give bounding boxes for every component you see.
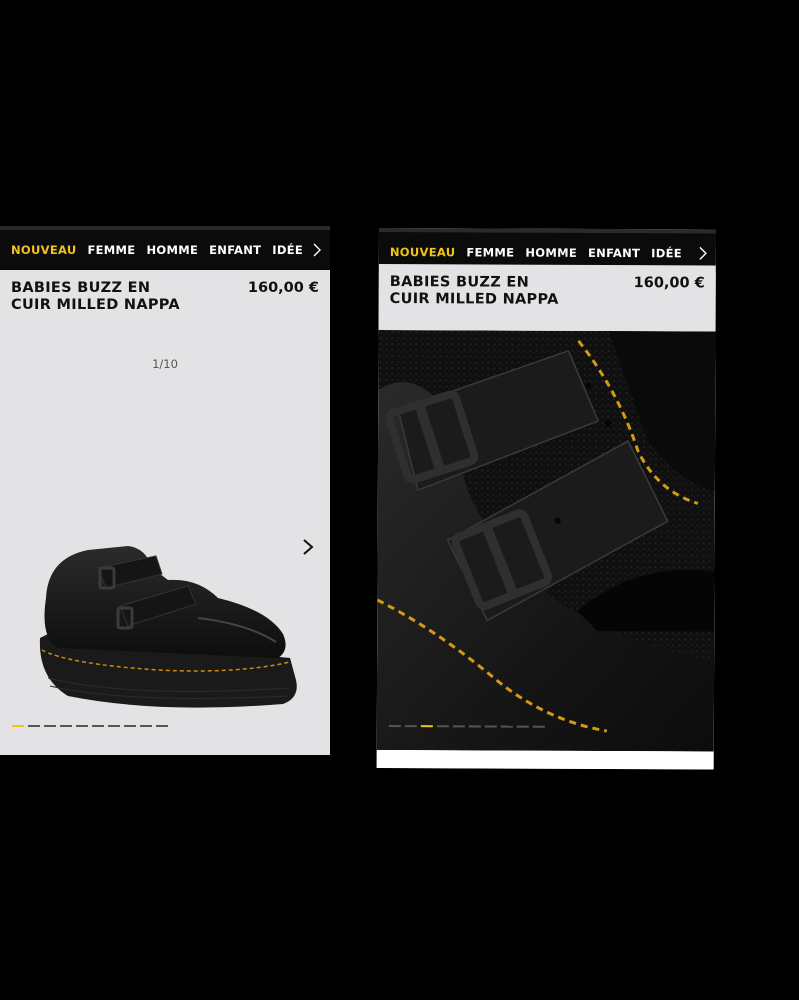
top-nav: NOUVEAU FEMME HOMME ENFANT IDÉE	[0, 226, 330, 270]
pagination-dot[interactable]	[500, 725, 513, 728]
nav-item-nouveau[interactable]: NOUVEAU	[390, 245, 456, 259]
bottom-strip	[376, 749, 714, 770]
nav-item-femme[interactable]: FEMME	[87, 243, 135, 257]
product-price: 160,00 €	[633, 275, 705, 292]
pagination-dot[interactable]	[468, 725, 481, 728]
pagination-dot[interactable]	[76, 725, 88, 727]
chevron-right-icon	[699, 246, 707, 260]
product-price: 160,00 €	[247, 280, 319, 296]
nav-item-idee[interactable]: IDÉE	[272, 243, 303, 257]
nav-item-homme[interactable]: HOMME	[525, 246, 577, 260]
nav-item-nouveau[interactable]: NOUVEAU	[11, 243, 76, 257]
product-title: BABIES BUZZ EN CUIR MILLED NAPPA	[389, 274, 559, 308]
pagination-dot[interactable]	[124, 725, 136, 727]
pagination-dot[interactable]	[12, 725, 24, 727]
pagination-dot[interactable]	[436, 725, 449, 728]
pagination-dot[interactable]	[108, 725, 120, 727]
product-screen-right: NOUVEAU FEMME HOMME ENFANT IDÉE BABIES B…	[376, 228, 716, 770]
pagination-dot[interactable]	[532, 725, 545, 728]
nav-item-enfant[interactable]: ENFANT	[209, 243, 261, 257]
pagination-dot[interactable]	[140, 725, 152, 727]
pagination-dot[interactable]	[404, 725, 417, 728]
nav-item-homme[interactable]: HOMME	[146, 243, 198, 257]
product-image[interactable]	[376, 329, 716, 752]
pagination-dot[interactable]	[60, 725, 72, 727]
nav-scroll-right-button[interactable]	[304, 230, 330, 270]
image-counter: 1/10	[152, 357, 178, 371]
pagination-dot[interactable]	[420, 725, 433, 728]
pagination-dot[interactable]	[452, 725, 465, 728]
pagination-dot[interactable]	[28, 725, 40, 727]
product-header: BABIES BUZZ EN CUIR MILLED NAPPA 160,00 …	[378, 263, 716, 332]
product-header: BABIES BUZZ EN CUIR MILLED NAPPA 160,00 …	[0, 270, 330, 350]
pagination-dot[interactable]	[44, 725, 56, 727]
image-pagination	[12, 725, 168, 727]
pagination-dot[interactable]	[388, 725, 401, 728]
nav-item-femme[interactable]: FEMME	[466, 245, 514, 259]
product-screen-left: NOUVEAU FEMME HOMME ENFANT IDÉE BABIES B…	[0, 226, 330, 755]
pagination-dot[interactable]	[156, 725, 168, 727]
product-title: BABIES BUZZ EN CUIR MILLED NAPPA	[11, 280, 180, 313]
pagination-dot[interactable]	[516, 725, 529, 728]
pagination-dot[interactable]	[484, 725, 497, 728]
next-image-button[interactable]	[300, 538, 316, 556]
chevron-right-icon	[303, 539, 314, 555]
nav-item-idee[interactable]: IDÉE	[651, 246, 682, 260]
chevron-right-icon	[313, 243, 321, 257]
nav-item-enfant[interactable]: ENFANT	[588, 246, 640, 260]
product-image[interactable]	[28, 538, 303, 718]
pagination-dot[interactable]	[92, 725, 104, 727]
